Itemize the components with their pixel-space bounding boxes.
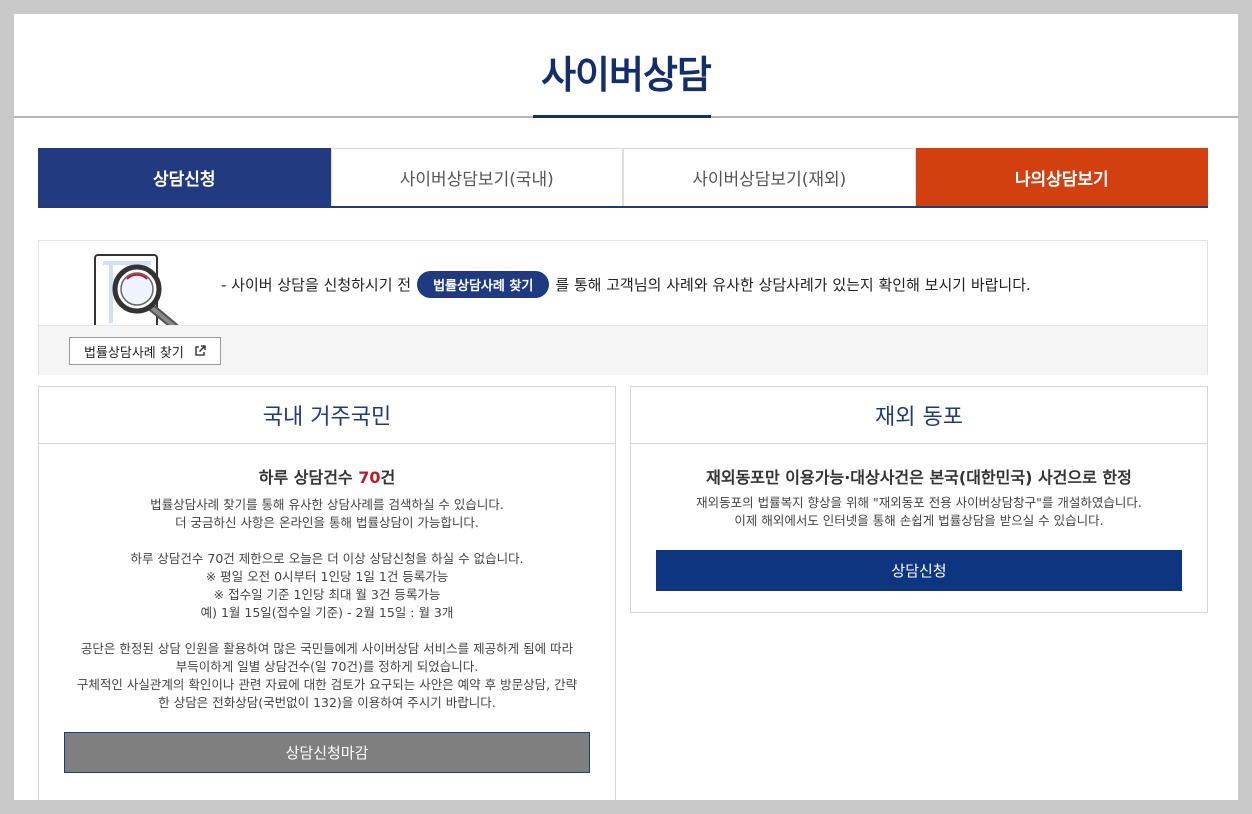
case-search-button[interactable]: 법률상담사례 찾기 (69, 337, 221, 365)
magnifier-document-icon (94, 254, 179, 325)
domestic-text-line: ※ 평일 오전 0시부터 1인당 1일 1건 등록가능 (205, 569, 449, 584)
domestic-text-line: 공단은 한정된 상담 인원을 활용하여 많은 국민들에게 사이버상담 서비스를 … (80, 641, 574, 656)
domestic-text-line: 한 상담은 전화상담(국번없이 132)을 이용하여 주시기 바랍니다. (158, 695, 496, 710)
overseas-card: 재외 동포 재외동포만 이용가능·대상사건은 본국(대한민국) 사건으로 한정 … (630, 386, 1208, 613)
case-search-pill[interactable]: 법률상담사례 찾기 (417, 271, 550, 298)
daily-limit-prefix: 하루 상담건수 (258, 468, 359, 487)
tab-consult-apply[interactable]: 상담신청 (38, 148, 331, 206)
overseas-text-line: 재외동포의 법률복지 향상을 위해 "재외동포 전용 사이버상담창구"를 개설하… (696, 495, 1142, 510)
domestic-card: 국내 거주국민 하루 상담건수 70건 법률상담사례 찾기를 통해 유사한 상담… (38, 386, 616, 800)
overseas-subtitle: 재외동포만 이용가능·대상사건은 본국(대한민국) 사건으로 한정 (706, 468, 1132, 487)
domestic-text-line: 구체적인 사실관계의 확인이나 관련 자료에 대한 검토가 요구되는 사안은 예… (76, 677, 578, 692)
case-search-button-label: 법률상담사례 찾기 (84, 345, 184, 361)
tab-cyber-consult-overseas[interactable]: 사이버상담보기(재외) (623, 148, 916, 206)
tab-cyber-consult-domestic[interactable]: 사이버상담보기(국내) (330, 148, 623, 206)
external-link-icon (195, 345, 206, 356)
tab-bar: 상담신청 사이버상담보기(국내) 사이버상담보기(재외) 나의상담보기 (38, 148, 1208, 208)
domestic-text-line: 하루 상담건수 70건 제한으로 오늘은 더 이상 상담신청을 하실 수 없습니… (130, 551, 524, 566)
page: 사이버상담 상담신청 사이버상담보기(국내) 사이버상담보기(재외) 나의상담보… (14, 14, 1238, 800)
notice-prefix: - 사이버 상담을 신청하시기 전 (221, 276, 412, 294)
notice-suffix: 를 통해 고객님의 사례와 유사한 상담사례가 있는지 확인해 보시기 바랍니다… (555, 276, 1031, 294)
domestic-text-line: 예) 1월 15일(접수일 기준) - 2월 15일 : 월 3개 (200, 605, 454, 620)
domestic-text-line: 부득이하게 일별 상담건수(일 70건)를 정하게 되었습니다. (175, 659, 479, 674)
page-title: 사이버상담 (541, 53, 712, 97)
domestic-card-title: 국내 거주국민 (39, 387, 615, 444)
notice-message: - 사이버 상담을 신청하시기 전 법률상담사례 찾기 를 통해 고객님의 사례… (221, 271, 1031, 298)
consult-closed-button[interactable]: 상담신청마감 (64, 732, 590, 773)
tab-my-consult[interactable]: 나의상담보기 (915, 148, 1208, 206)
overseas-text-line: 이제 해외에서도 인터넷을 통해 손쉽게 법률상담을 받으실 수 있습니다. (734, 513, 1104, 528)
daily-limit-value: 70 (358, 468, 381, 487)
domestic-text-line: 법률상담사례 찾기를 통해 유사한 상담사례를 검색하실 수 있습니다. (150, 497, 504, 512)
daily-limit-suffix: 건 (380, 468, 396, 487)
daily-limit-heading: 하루 상담건수 70건 (39, 464, 615, 488)
overseas-apply-button[interactable]: 상담신청 (656, 550, 1182, 591)
domestic-text-line: 더 궁금하신 사항은 온라인을 통해 법률상담이 가능합니다. (175, 515, 479, 530)
title-accent-bar (533, 115, 711, 118)
domestic-text-line: ※ 접수일 기준 1인당 최대 월 3건 등록가능 (213, 587, 441, 602)
notice-box: - 사이버 상담을 신청하시기 전 법률상담사례 찾기 를 통해 고객님의 사례… (38, 240, 1208, 375)
overseas-card-title: 재외 동포 (631, 387, 1207, 444)
notice-footer: 법률상담사례 찾기 (39, 325, 1207, 375)
